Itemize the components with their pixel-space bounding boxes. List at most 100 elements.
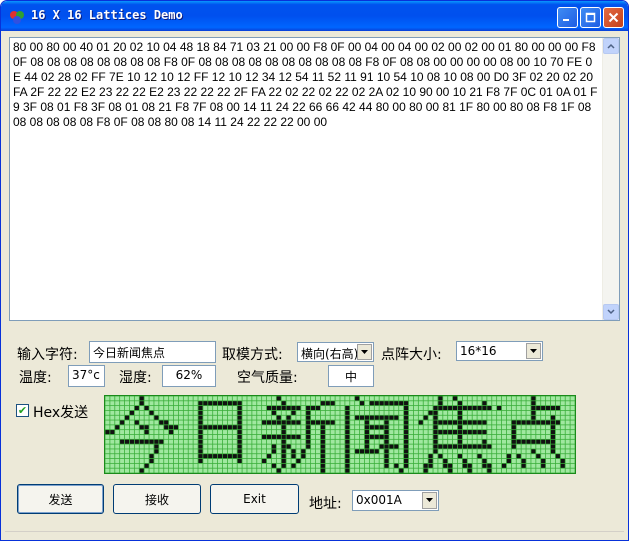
lattice-dot-off (550, 396, 556, 401)
lattice-dot-on (134, 439, 139, 444)
lattice-dot-off (355, 430, 360, 435)
lattice-dot-off (541, 454, 546, 459)
lattice-dot-on (306, 439, 311, 444)
lattice-dot-off (501, 468, 507, 473)
lattice-dot-off (242, 468, 247, 473)
air-quality-field[interactable]: 中 (328, 365, 374, 387)
lattice-dot-on (198, 458, 203, 463)
address-select[interactable]: 0x001A (352, 490, 439, 511)
lattice-dot-off (560, 444, 565, 449)
lattice-dot-off (457, 468, 462, 473)
lattice-dot-off (345, 401, 350, 406)
lattice-dot-off (247, 430, 252, 435)
lattice-dot-off (203, 463, 208, 468)
temperature-field[interactable]: 37°c (68, 365, 105, 387)
lattice-dot-on (139, 439, 144, 444)
lattice-dot-on (438, 396, 443, 401)
hex-send-checkbox[interactable]: ✔ (16, 404, 29, 417)
lattice-dot-off (173, 449, 179, 454)
lattice-dot-off (555, 401, 560, 406)
size-dropdown-button[interactable] (526, 343, 541, 359)
lattice-dot-off (193, 415, 198, 420)
size-select[interactable]: 16*16 (456, 341, 543, 361)
lattice-dot-on (266, 420, 272, 425)
close-button[interactable] (603, 7, 624, 28)
lattice-dot-off (355, 420, 360, 425)
humidity-field[interactable]: 62% (162, 365, 216, 387)
lattice-dot-off (369, 430, 374, 435)
lattice-dot-off (291, 396, 296, 401)
lattice-dot-off (169, 396, 174, 401)
lattice-dot-on (105, 430, 110, 435)
send-button[interactable]: 发送 (17, 484, 104, 514)
lattice-dot-on (237, 444, 242, 449)
lattice-dot-on (306, 444, 311, 449)
lattice-dot-off (384, 406, 389, 411)
lattice-dot-off (501, 406, 507, 411)
lattice-dot-off (355, 401, 360, 406)
lattice-dot-off (134, 449, 139, 454)
lattice-dot-off (227, 420, 232, 425)
lattice-dot-on (262, 434, 267, 439)
lattice-dot-off (330, 415, 335, 420)
lattice-dot-on (232, 454, 237, 459)
lattice-dot-on (149, 458, 154, 463)
lattice-dot-off (149, 425, 154, 430)
lattice-dot-off (492, 420, 497, 425)
lattice-dot-off (511, 468, 516, 473)
lattice-dot-off (428, 434, 433, 439)
vertical-scrollbar[interactable] (602, 38, 619, 320)
lattice-dot-off (330, 406, 335, 411)
lattice-dot-off (497, 463, 502, 468)
lattice-dot-on (369, 434, 374, 439)
lattice-dot-off (213, 439, 218, 444)
lattice-dot-off (120, 444, 125, 449)
lattice-dot-off (183, 396, 188, 401)
lattice-dot-off (335, 401, 340, 406)
mode-select[interactable]: 横向(右高) (297, 342, 374, 362)
lattice-dot-off (178, 454, 183, 459)
input-char-field[interactable]: 今日新闻焦点 (89, 341, 216, 363)
lattice-dot-on (291, 410, 296, 415)
maximize-button[interactable] (580, 7, 601, 28)
lattice-dot-off (198, 396, 203, 401)
lattice-dot-on (462, 430, 467, 435)
lattice-dot-off (526, 396, 531, 401)
lattice-dot-on (487, 444, 492, 449)
lattice-dot-off (257, 458, 262, 463)
lattice-dot-off (144, 449, 149, 454)
lattice-dot-on (218, 401, 223, 406)
title-bar[interactable]: 16 X 16 Lattices Demo (1, 1, 628, 31)
lattice-dot-off (526, 430, 531, 435)
lattice-dot-off (526, 406, 531, 411)
lattice-dot-off (355, 410, 360, 415)
lattice-dot-on (389, 444, 394, 449)
lattice-dot-off (492, 463, 497, 468)
lattice-dot-off (364, 410, 369, 415)
minimize-button[interactable] (557, 7, 578, 28)
lattice-dot-off (286, 439, 291, 444)
lattice-dot-off (222, 420, 227, 425)
hex-output-textarea[interactable]: 80 00 80 00 40 01 20 02 10 04 48 18 84 7… (9, 37, 620, 321)
lattice-dot-off (325, 430, 330, 435)
lattice-dot-off (218, 406, 223, 411)
lattice-dot-off (399, 463, 404, 468)
lattice-dot-off (164, 401, 169, 406)
mode-dropdown-button[interactable] (357, 344, 372, 360)
receive-button[interactable]: 接收 (113, 484, 201, 514)
lattice-dot-on (291, 420, 296, 425)
lattice-dot-off (222, 449, 227, 454)
lattice-dot-off (164, 410, 169, 415)
scroll-down-button[interactable] (603, 304, 619, 320)
lattice-dot-off (550, 458, 556, 463)
address-dropdown-button[interactable] (422, 492, 437, 509)
lattice-dot-on (438, 420, 443, 425)
scroll-up-button[interactable] (603, 38, 619, 54)
lattice-dot-off (570, 406, 575, 411)
exit-button[interactable]: Exit (210, 484, 299, 514)
lattice-dot-off (188, 420, 193, 425)
lattice-dot-on (511, 425, 516, 430)
lattice-dot-off (413, 449, 418, 454)
lattice-dot-on (364, 444, 369, 449)
lattice-dot-off (271, 430, 276, 435)
